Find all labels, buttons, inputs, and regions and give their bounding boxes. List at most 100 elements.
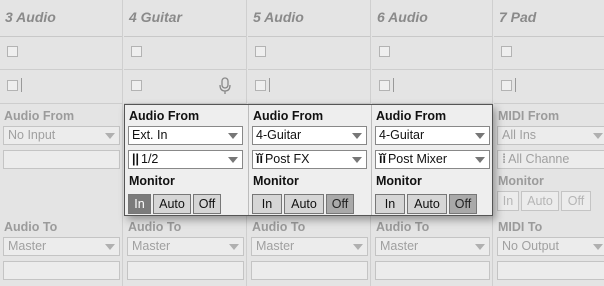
chevron-down-icon	[228, 157, 238, 163]
monitor-in-button[interactable]: In	[375, 194, 405, 214]
monitor-in-button[interactable]: In	[128, 194, 151, 214]
chevron-down-icon	[105, 133, 115, 139]
input-type-select[interactable]: 4-Guitar	[375, 126, 490, 145]
chevron-down-icon	[228, 133, 238, 139]
clip-slot-row[interactable]	[248, 70, 370, 104]
chevron-down-icon	[475, 244, 485, 250]
clip-slot-icon[interactable]	[501, 80, 512, 91]
input-type-select[interactable]: Ext. In	[128, 126, 243, 145]
track-name: 3 Audio	[5, 9, 56, 25]
output-channel-select[interactable]	[497, 261, 604, 280]
microphone-icon[interactable]	[218, 77, 232, 95]
midi-channel-icon: ⁞	[502, 152, 507, 166]
output-type-select[interactable]: No Output	[497, 237, 604, 256]
track-3-audio: 3 Audio Audio From No Input Audio To Mas…	[0, 0, 123, 286]
chevron-down-icon	[475, 157, 485, 163]
chevron-down-icon	[475, 133, 485, 139]
output-type-select[interactable]: Master	[3, 237, 120, 256]
chevron-down-icon	[593, 133, 603, 139]
clip-slot-icon[interactable]	[255, 46, 266, 57]
audio-to-label: Audio To	[252, 220, 306, 234]
output-type-select[interactable]: Master	[127, 237, 244, 256]
monitor-switch: In Auto Off	[128, 194, 221, 214]
clip-slot-icon[interactable]	[379, 46, 390, 57]
clip-slot-row[interactable]	[372, 36, 492, 70]
input-type-select[interactable]: No Input	[3, 126, 120, 145]
output-type-select[interactable]: Master	[375, 237, 490, 256]
clip-slot-icon[interactable]	[7, 46, 18, 57]
clip-slot-row[interactable]	[372, 70, 492, 104]
monitor-label: Monitor	[253, 174, 299, 188]
audio-to-label: Audio To	[4, 220, 58, 234]
track-header[interactable]: 7 Pad	[494, 0, 604, 37]
monitor-switch: In Auto Off	[375, 194, 477, 214]
monitor-label: Monitor	[376, 174, 422, 188]
chevron-down-icon	[105, 244, 115, 250]
track-name: 5 Audio	[253, 9, 304, 25]
io-column-4-guitar: Audio From Ext. In || 1/2 Monitor In Auto…	[125, 105, 248, 215]
monitor-label: Monitor	[129, 174, 175, 188]
input-type-select[interactable]: All Ins	[497, 126, 604, 145]
audio-to-label: Audio To	[128, 220, 182, 234]
clip-slot-row[interactable]	[124, 36, 246, 70]
output-channel-select[interactable]	[3, 261, 120, 280]
monitor-off-button[interactable]: Off	[193, 194, 221, 214]
monitor-auto-button[interactable]: Auto	[521, 191, 559, 211]
clip-slot-row[interactable]	[494, 36, 604, 70]
clip-slot-row[interactable]	[124, 70, 246, 104]
clip-slot-row[interactable]	[0, 36, 122, 70]
audio-from-label: Audio From	[253, 109, 324, 123]
chevron-down-icon	[353, 244, 363, 250]
clip-slot-row[interactable]	[0, 70, 122, 104]
track-header[interactable]: 4 Guitar	[124, 0, 246, 37]
input-type-select[interactable]: 4-Guitar	[252, 126, 367, 145]
io-section-highlight: Audio From Ext. In || 1/2 Monitor In Auto…	[124, 104, 493, 216]
input-channel-select[interactable]: ⁞ All Channe	[497, 150, 604, 169]
clip-slot-row[interactable]	[494, 70, 604, 104]
audio-from-label: Audio From	[376, 109, 447, 123]
output-channel-select[interactable]	[251, 261, 368, 280]
channel-icon: ǐǐ	[256, 152, 263, 166]
input-channel-select[interactable]: || 1/2	[128, 150, 243, 169]
monitor-in-button[interactable]: In	[497, 191, 519, 211]
clip-slot-icon[interactable]	[131, 46, 142, 57]
clip-slot-icon[interactable]	[7, 80, 18, 91]
track-header[interactable]: 3 Audio	[0, 0, 122, 37]
input-channel-select[interactable]: ǐǐ Post Mixer	[375, 150, 490, 169]
midi-to-label: MIDI To	[498, 220, 543, 234]
monitor-off-button[interactable]: Off	[449, 194, 477, 214]
chevron-down-icon	[352, 157, 362, 163]
monitor-off-button[interactable]: Off	[326, 194, 354, 214]
chevron-down-icon	[229, 244, 239, 250]
clip-slot-icon[interactable]	[501, 46, 512, 57]
track-name: 7 Pad	[499, 9, 537, 25]
track-header[interactable]: 6 Audio	[372, 0, 492, 37]
channel-icon: ||	[132, 152, 139, 166]
clip-slot-icon[interactable]	[255, 80, 266, 91]
stop-bar-icon	[269, 78, 270, 92]
midi-from-label: MIDI From	[498, 109, 560, 123]
clip-slot-icon[interactable]	[131, 80, 142, 91]
input-channel-select[interactable]: ǐǐ Post FX	[252, 150, 367, 169]
stop-bar-icon	[393, 78, 394, 92]
audio-from-label: Audio From	[4, 109, 75, 123]
io-column-6-audio: Audio From 4-Guitar ǐǐ Post Mixer Monitor…	[371, 105, 493, 215]
stop-bar-icon	[21, 78, 22, 92]
clip-slot-icon[interactable]	[379, 80, 390, 91]
monitor-auto-button[interactable]: Auto	[284, 194, 324, 214]
monitor-in-button[interactable]: In	[252, 194, 282, 214]
channel-icon: ǐǐ	[379, 152, 386, 166]
track-header[interactable]: 5 Audio	[248, 0, 370, 37]
monitor-auto-button[interactable]: Auto	[153, 194, 191, 214]
output-channel-select[interactable]	[127, 261, 244, 280]
clip-slot-row[interactable]	[248, 36, 370, 70]
input-channel-select[interactable]	[3, 150, 120, 169]
track-7-pad: 7 Pad MIDI From All Ins ⁞ All Channe Moni…	[494, 0, 604, 286]
track-name: 4 Guitar	[129, 9, 182, 25]
output-channel-select[interactable]	[375, 261, 490, 280]
track-name: 6 Audio	[377, 9, 428, 25]
monitor-off-button[interactable]: Off	[561, 191, 591, 211]
output-type-select[interactable]: Master	[251, 237, 368, 256]
monitor-auto-button[interactable]: Auto	[407, 194, 447, 214]
audio-from-label: Audio From	[129, 109, 200, 123]
